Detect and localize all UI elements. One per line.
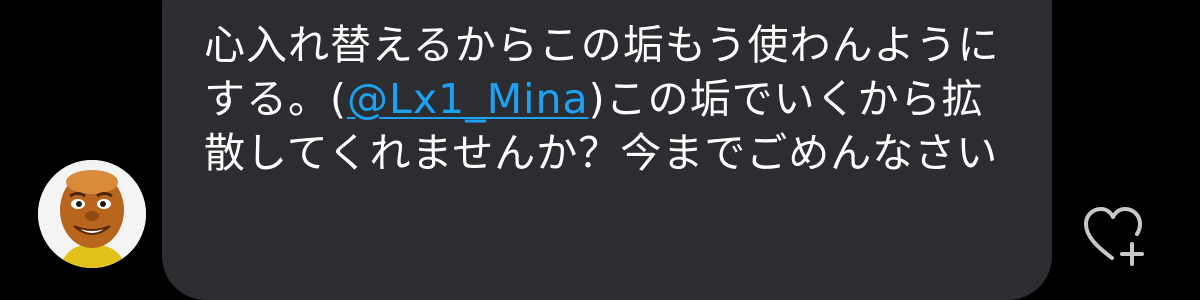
mention-link[interactable]: @Lx1_Mina	[347, 75, 589, 123]
message-bubble: 心入れ替えるからこの垢もう使わんようにする。(@Lx1_Mina)この垢でいくか…	[162, 0, 1052, 300]
avatar-image	[38, 160, 146, 268]
heart-plus-icon	[1084, 207, 1144, 266]
add-reaction-button[interactable]	[1082, 206, 1152, 268]
message-text: 心入れ替えるからこの垢もう使わんようにする。(@Lx1_Mina)この垢でいくか…	[204, 18, 1012, 180]
user-avatar[interactable]	[38, 160, 146, 268]
